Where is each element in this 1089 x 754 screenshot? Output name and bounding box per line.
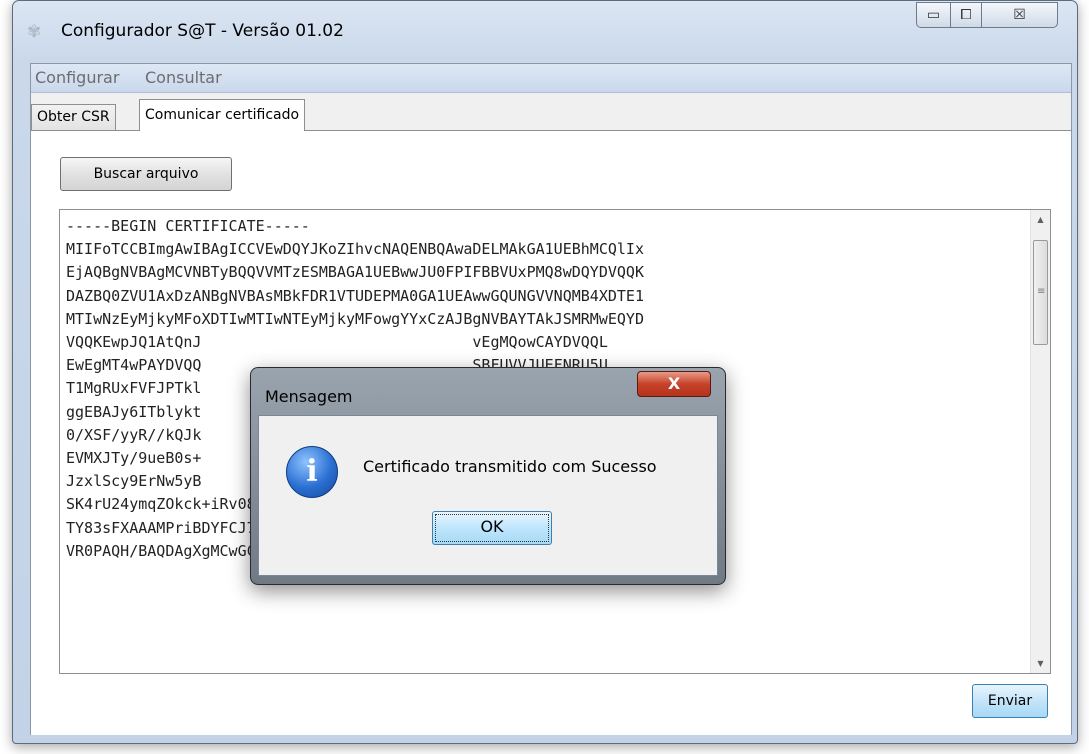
menu-consultar[interactable]: Consultar: [145, 68, 222, 87]
scroll-thumb[interactable]: ≡: [1033, 240, 1048, 345]
tab-comunicar-certificado[interactable]: Comunicar certificado: [139, 99, 306, 131]
enviar-button[interactable]: Enviar: [972, 684, 1048, 718]
buscar-arquivo-button[interactable]: Buscar arquivo: [60, 157, 232, 191]
minimize-button[interactable]: ▭: [916, 2, 951, 28]
dialog-message: Certificado transmitido com Sucesso: [363, 457, 657, 476]
grip-icon: ≡: [1037, 286, 1046, 297]
vertical-scrollbar[interactable]: ▲ ≡ ▼: [1030, 210, 1050, 673]
scroll-up-icon[interactable]: ▲: [1031, 210, 1050, 229]
app-icon: ✾: [27, 22, 42, 42]
maximize-button[interactable]: ⧠: [950, 2, 982, 28]
tab-obter-csr[interactable]: Obter CSR: [31, 104, 116, 130]
ok-button[interactable]: OK: [432, 511, 552, 545]
dialog-body: i Certificado transmitido com Sucesso OK: [258, 415, 718, 576]
menu-configurar[interactable]: Configurar: [35, 68, 119, 87]
focus-rect: [435, 514, 549, 542]
close-button[interactable]: ☒: [981, 2, 1058, 28]
info-icon: i: [286, 446, 338, 498]
dialog-close-button[interactable]: X: [637, 371, 711, 397]
menu-bar: Configurar Consultar: [31, 64, 1071, 93]
scroll-down-icon[interactable]: ▼: [1031, 654, 1050, 673]
dialog-title: Mensagem: [265, 387, 353, 406]
window-title: Configurador S@T - Versão 01.02: [61, 21, 344, 41]
message-dialog: Mensagem X i Certificado transmitido com…: [250, 367, 726, 585]
